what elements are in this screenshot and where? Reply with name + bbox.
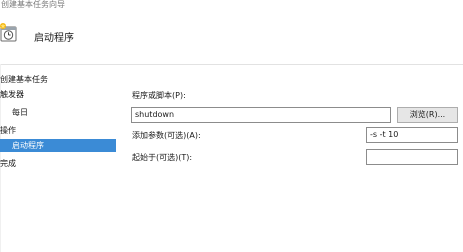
nav-item-action[interactable]: 操作 bbox=[0, 124, 16, 137]
nav-item-start-program[interactable]: 启动程序 bbox=[0, 139, 116, 152]
arguments-label: 添加参数(可选)(A): bbox=[132, 131, 201, 140]
start-in-input[interactable] bbox=[366, 149, 458, 165]
wizard-header: 启动程序 bbox=[0, 14, 463, 65]
browse-button[interactable]: 浏览(R)... bbox=[397, 107, 458, 123]
wizard-step-nav: 创建基本任务 触发器 每日 操作 启动程序 完成 bbox=[0, 70, 120, 252]
arguments-input[interactable]: -s -t 10 bbox=[366, 127, 458, 143]
nav-item-create-basic-task[interactable]: 创建基本任务 bbox=[0, 73, 48, 86]
program-label: 程序或脚本(P): bbox=[132, 91, 186, 100]
nav-item-trigger[interactable]: 触发器 bbox=[0, 88, 24, 101]
nav-item-daily[interactable]: 每日 bbox=[0, 106, 28, 119]
program-input[interactable]: shutdown bbox=[131, 107, 391, 123]
start-in-label: 起始于(可选)(T): bbox=[132, 153, 193, 162]
nav-item-finish[interactable]: 完成 bbox=[0, 157, 16, 170]
wizard-window: 创建基本任务向导 启动程序 创建基本任务 触发器 每日 操作 启动程序 完成 程… bbox=[0, 0, 463, 252]
page-title: 启动程序 bbox=[34, 33, 74, 44]
window-title: 创建基本任务向导 bbox=[1, 0, 65, 9]
clock-calendar-icon bbox=[0, 22, 20, 44]
